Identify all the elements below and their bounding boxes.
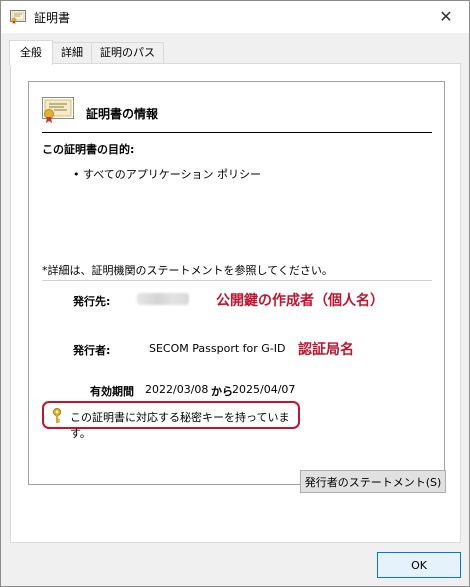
close-button[interactable]: ✕ [423, 1, 469, 32]
window-title: 証明書 [34, 11, 71, 25]
issued-by-label: 発行者: [73, 344, 111, 357]
validity-separator: から [211, 385, 233, 398]
certificate-dialog: 証明書 ✕ 全般 詳細 証明のパス 証明書の情報 この証明書の目的: • すべて… [0, 0, 470, 587]
issued-to-label: 発行先: [73, 295, 111, 308]
divider [42, 132, 432, 133]
issuer-statement-button[interactable]: 発行者のステートメント(S) [300, 470, 446, 493]
issued-by-value: SECOM Passport for G-ID [149, 342, 286, 355]
purpose-item: • すべてのアプリケーション ポリシー [73, 168, 262, 181]
certificate-icon [10, 10, 26, 24]
issued-to-value-redacted [137, 293, 189, 305]
detail-note: *詳細は、証明機関のステートメントを参照してください。 [42, 264, 333, 277]
tab-general[interactable]: 全般 [9, 40, 53, 65]
private-key-highlight: この証明書に対応する秘密キーを持っています。 [42, 401, 300, 440]
tab-certification-path[interactable]: 証明のパス [91, 42, 164, 64]
certificate-large-icon [42, 97, 74, 123]
close-icon: ✕ [439, 7, 453, 26]
key-icon [51, 408, 63, 424]
tab-bar: 全般 詳細 証明のパス [9, 40, 164, 65]
ok-button[interactable]: OK [377, 552, 461, 578]
divider [42, 280, 432, 281]
issued-to-annotation: 公開鍵の作成者（個人名） [216, 293, 384, 309]
title-bar: 証明書 ✕ [1, 1, 469, 33]
issued-by-annotation: 認証局名 [298, 342, 354, 358]
private-key-note: この証明書に対応する秘密キーを持っています。 [70, 411, 290, 440]
general-tab-panel: 証明書の情報 この証明書の目的: • すべてのアプリケーション ポリシー *詳細… [10, 63, 461, 543]
validity-label: 有効期間 [90, 385, 134, 398]
validity-from: 2022/03/08 [145, 383, 209, 396]
tab-details[interactable]: 詳細 [52, 42, 92, 64]
purpose-heading: この証明書の目的: [42, 143, 135, 156]
certificate-info-box: 証明書の情報 この証明書の目的: • すべてのアプリケーション ポリシー *詳細… [28, 81, 445, 485]
certificate-info-title: 証明書の情報 [86, 107, 159, 121]
validity-to: 2025/04/07 [232, 383, 296, 396]
